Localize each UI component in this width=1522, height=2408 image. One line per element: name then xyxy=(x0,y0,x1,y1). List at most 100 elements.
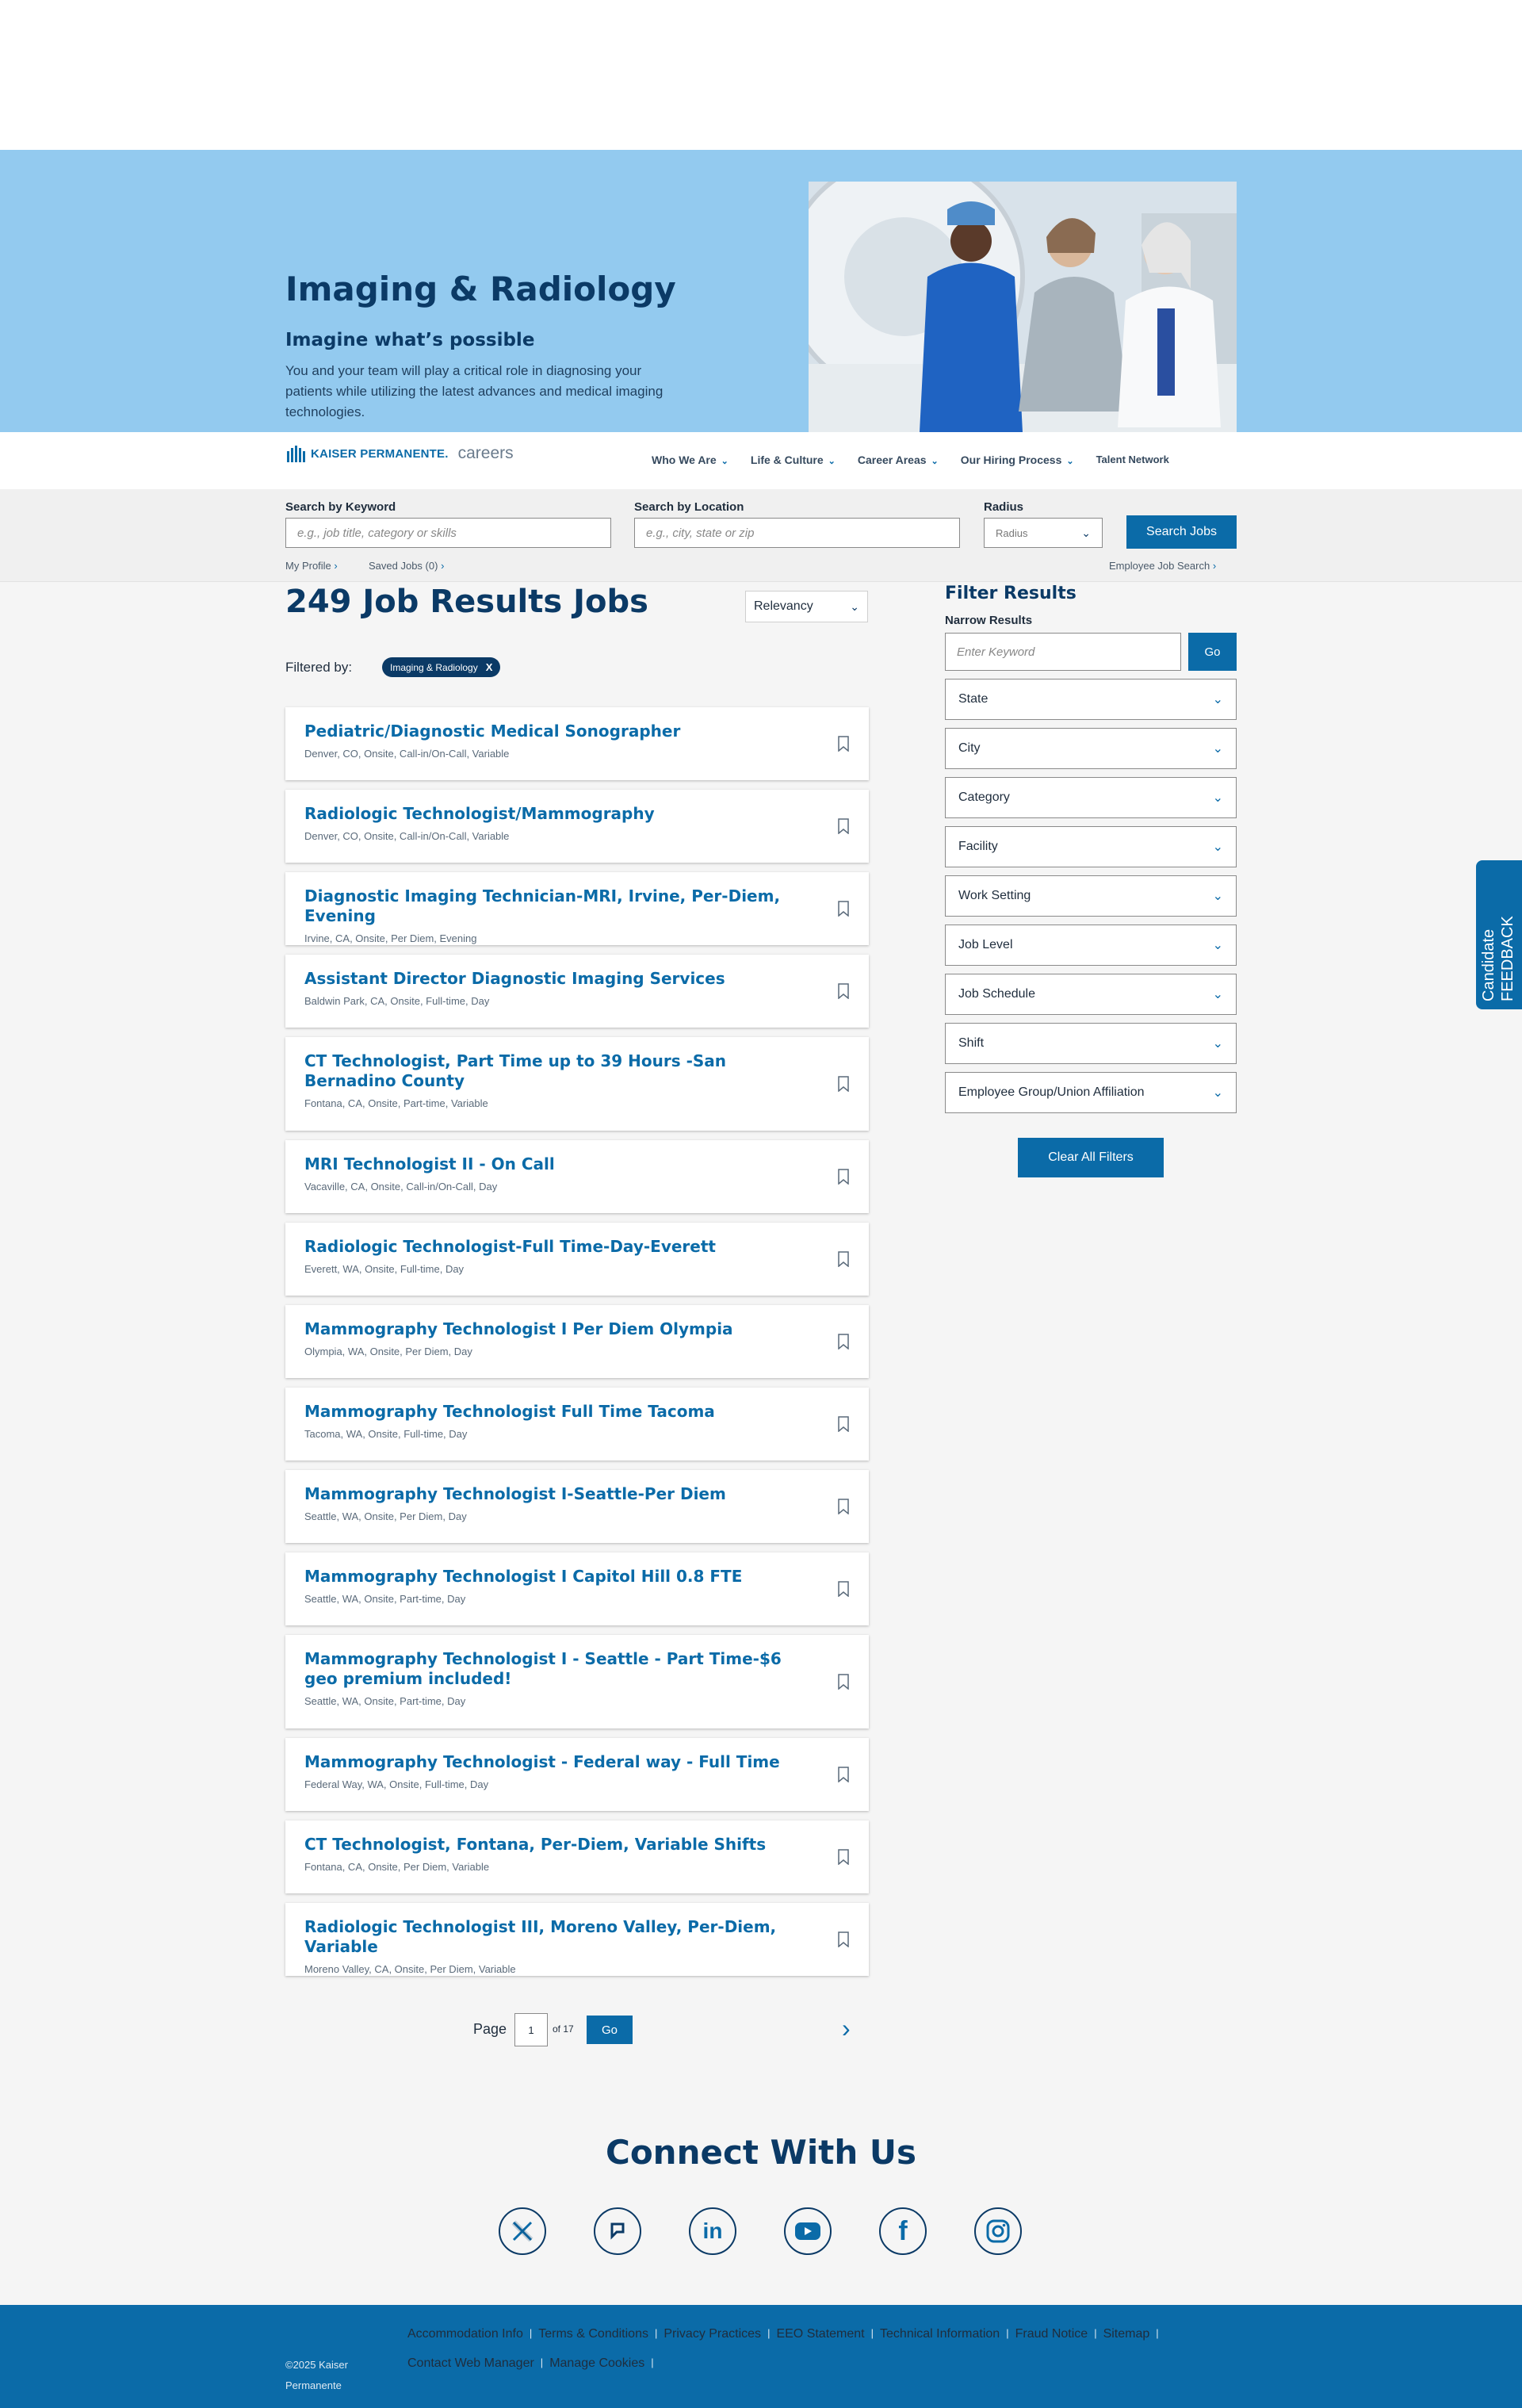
linkedin-icon[interactable]: in xyxy=(689,2207,736,2255)
job-title-link[interactable]: Mammography Technologist I - Seattle - P… xyxy=(304,1649,812,1689)
logo[interactable]: KAISER PERMANENTE. careers xyxy=(285,444,514,463)
next-page-icon[interactable]: › xyxy=(842,2014,851,2043)
footer-link[interactable]: Contact Web Manager xyxy=(407,2356,534,2371)
x-icon[interactable] xyxy=(499,2207,546,2255)
chevron-down-icon: ⌄ xyxy=(850,599,859,613)
footer-link[interactable]: Accommodation Info xyxy=(407,2327,523,2341)
job-title-link[interactable]: Radiologic Technologist-Full Time-Day-Ev… xyxy=(304,1237,812,1257)
search-jobs-button[interactable]: Search Jobs xyxy=(1126,515,1237,549)
footer-link[interactable]: EEO Statement xyxy=(776,2327,864,2341)
feedback-tab[interactable]: Candidate FEEDBACK xyxy=(1476,860,1522,1009)
glassdoor-icon[interactable] xyxy=(594,2207,641,2255)
sort-select[interactable]: Relevancy ⌄ xyxy=(745,591,868,622)
bookmark-icon[interactable] xyxy=(837,1076,850,1093)
location-input[interactable]: e.g., city, state or zip xyxy=(634,518,960,548)
job-title-link[interactable]: Radiologic Technologist/Mammography xyxy=(304,804,812,824)
job-title-link[interactable]: Mammography Technologist Full Time Tacom… xyxy=(304,1402,812,1422)
saved-jobs-link[interactable]: Saved Jobs (0) › xyxy=(369,560,444,572)
nav-career-areas[interactable]: Career Areas ⌄ xyxy=(858,454,939,466)
bookmark-icon[interactable] xyxy=(837,1849,850,1866)
job-card[interactable]: Mammography Technologist I Capitol Hill … xyxy=(285,1552,869,1625)
job-title-link[interactable]: Mammography Technologist I Capitol Hill … xyxy=(304,1567,812,1587)
instagram-icon[interactable] xyxy=(974,2207,1022,2255)
filter-chip[interactable]: Imaging & Radiology X xyxy=(382,657,501,677)
bookmark-icon[interactable] xyxy=(837,1674,850,1690)
job-card[interactable]: Mammography Technologist I - Seattle - P… xyxy=(285,1635,869,1728)
footer-link[interactable]: Technical Information xyxy=(880,2327,1000,2341)
job-card[interactable]: Mammography Technologist I Per Diem Olym… xyxy=(285,1305,869,1378)
facebook-icon[interactable]: f xyxy=(879,2207,927,2255)
nav-hiring-process[interactable]: Our Hiring Process ⌄ xyxy=(961,454,1074,466)
footer-link[interactable]: Manage Cookies xyxy=(549,2356,644,2371)
filter-dropdown[interactable]: State ⌄ xyxy=(945,679,1237,720)
job-card[interactable]: Mammography Technologist Full Time Tacom… xyxy=(285,1388,869,1460)
clear-filters-button[interactable]: Clear All Filters xyxy=(1018,1138,1164,1177)
page-number-input[interactable]: 1 xyxy=(514,2013,548,2046)
bookmark-icon[interactable] xyxy=(837,1767,850,1783)
job-meta: Everett, WA, Onsite, Full-time, Day xyxy=(304,1263,465,1275)
filter-dropdown[interactable]: Facility ⌄ xyxy=(945,826,1237,867)
bookmark-icon[interactable] xyxy=(837,1169,850,1185)
job-title-link[interactable]: CT Technologist, Fontana, Per-Diem, Vari… xyxy=(304,1835,812,1855)
job-card[interactable]: CT Technologist, Part Time up to 39 Hour… xyxy=(285,1037,869,1131)
employee-job-search-link[interactable]: Employee Job Search › xyxy=(1109,560,1216,572)
bookmark-icon[interactable] xyxy=(837,1581,850,1598)
footer-link[interactable]: Fraud Notice xyxy=(1015,2327,1088,2341)
filter-dropdown[interactable]: Job Schedule ⌄ xyxy=(945,974,1237,1015)
job-title-link[interactable]: Assistant Director Diagnostic Imaging Se… xyxy=(304,969,812,989)
bookmark-icon[interactable] xyxy=(837,818,850,835)
copyright-line2: Permanente xyxy=(285,2379,342,2391)
filter-dropdown[interactable]: Job Level ⌄ xyxy=(945,925,1237,966)
footer-link[interactable]: Privacy Practices xyxy=(663,2327,761,2341)
bookmark-icon[interactable] xyxy=(837,736,850,752)
bookmark-icon[interactable] xyxy=(837,1931,850,1948)
job-card-body: Mammography Technologist I - Seattle - P… xyxy=(304,1635,812,1707)
job-card[interactable]: CT Technologist, Fontana, Per-Diem, Vari… xyxy=(285,1820,869,1893)
bookmark-icon[interactable] xyxy=(837,983,850,1000)
job-title-link[interactable]: Diagnostic Imaging Technician-MRI, Irvin… xyxy=(304,886,812,926)
filter-dropdown[interactable]: Work Setting ⌄ xyxy=(945,875,1237,917)
nav-who-we-are[interactable]: Who We Are ⌄ xyxy=(652,454,728,466)
job-card[interactable]: Mammography Technologist I-Seattle-Per D… xyxy=(285,1470,869,1543)
job-title-link[interactable]: MRI Technologist II - On Call xyxy=(304,1154,812,1174)
nav-talent-network[interactable]: Talent Network xyxy=(1096,454,1169,466)
youtube-icon[interactable] xyxy=(784,2207,832,2255)
radius-select[interactable]: Radius ⌄ xyxy=(984,518,1103,548)
job-card[interactable]: Pediatric/Diagnostic Medical Sonographer… xyxy=(285,707,869,780)
job-title-link[interactable]: CT Technologist, Part Time up to 39 Hour… xyxy=(304,1051,812,1091)
job-title-link[interactable]: Mammography Technologist I Per Diem Olym… xyxy=(304,1319,812,1339)
job-title-link[interactable]: Mammography Technologist - Federal way -… xyxy=(304,1752,812,1772)
page-label: Page xyxy=(473,2021,507,2037)
page-go-button[interactable]: Go xyxy=(587,2016,633,2044)
hero-subtitle: Imagine what’s possible xyxy=(285,330,535,350)
close-icon[interactable]: X xyxy=(486,661,493,673)
filter-dropdown[interactable]: Category ⌄ xyxy=(945,777,1237,818)
footer-link[interactable]: Terms & Conditions xyxy=(538,2327,648,2341)
job-card[interactable]: Assistant Director Diagnostic Imaging Se… xyxy=(285,955,869,1028)
filter-go-button[interactable]: Go xyxy=(1188,633,1237,671)
job-title-link[interactable]: Radiologic Technologist III, Moreno Vall… xyxy=(304,1917,812,1957)
job-title-link[interactable]: Pediatric/Diagnostic Medical Sonographer xyxy=(304,722,812,741)
bookmark-icon[interactable] xyxy=(837,1416,850,1433)
bookmark-icon[interactable] xyxy=(837,1251,850,1268)
job-title-link[interactable]: Mammography Technologist I-Seattle-Per D… xyxy=(304,1484,812,1504)
job-card[interactable]: Diagnostic Imaging Technician-MRI, Irvin… xyxy=(285,872,869,945)
filter-dropdown[interactable]: Employee Group/Union Affiliation ⌄ xyxy=(945,1072,1237,1113)
job-card[interactable]: MRI Technologist II - On Call Vacaville, … xyxy=(285,1140,869,1213)
job-card[interactable]: Radiologic Technologist/Mammography Denve… xyxy=(285,790,869,863)
filter-keyword-input[interactable]: Enter Keyword xyxy=(945,633,1181,671)
job-meta: Federal Way, WA, Onsite, Full-time, Day xyxy=(304,1778,489,1790)
bookmark-icon[interactable] xyxy=(837,901,850,917)
job-card[interactable]: Radiologic Technologist III, Moreno Vall… xyxy=(285,1903,869,1976)
keyword-input[interactable]: e.g., job title, category or skills xyxy=(285,518,611,548)
job-card[interactable]: Radiologic Technologist-Full Time-Day-Ev… xyxy=(285,1223,869,1296)
job-card[interactable]: Mammography Technologist - Federal way -… xyxy=(285,1738,869,1811)
my-profile-link[interactable]: My Profile › xyxy=(285,560,338,572)
filter-dropdown[interactable]: Shift ⌄ xyxy=(945,1023,1237,1064)
filter-dropdown[interactable]: City ⌄ xyxy=(945,728,1237,769)
bookmark-icon[interactable] xyxy=(837,1499,850,1515)
bookmark-icon[interactable] xyxy=(837,1334,850,1350)
footer-link[interactable]: Sitemap xyxy=(1103,2327,1150,2341)
footer-separator: | xyxy=(1006,2327,1009,2339)
nav-life-culture[interactable]: Life & Culture ⌄ xyxy=(751,454,836,466)
